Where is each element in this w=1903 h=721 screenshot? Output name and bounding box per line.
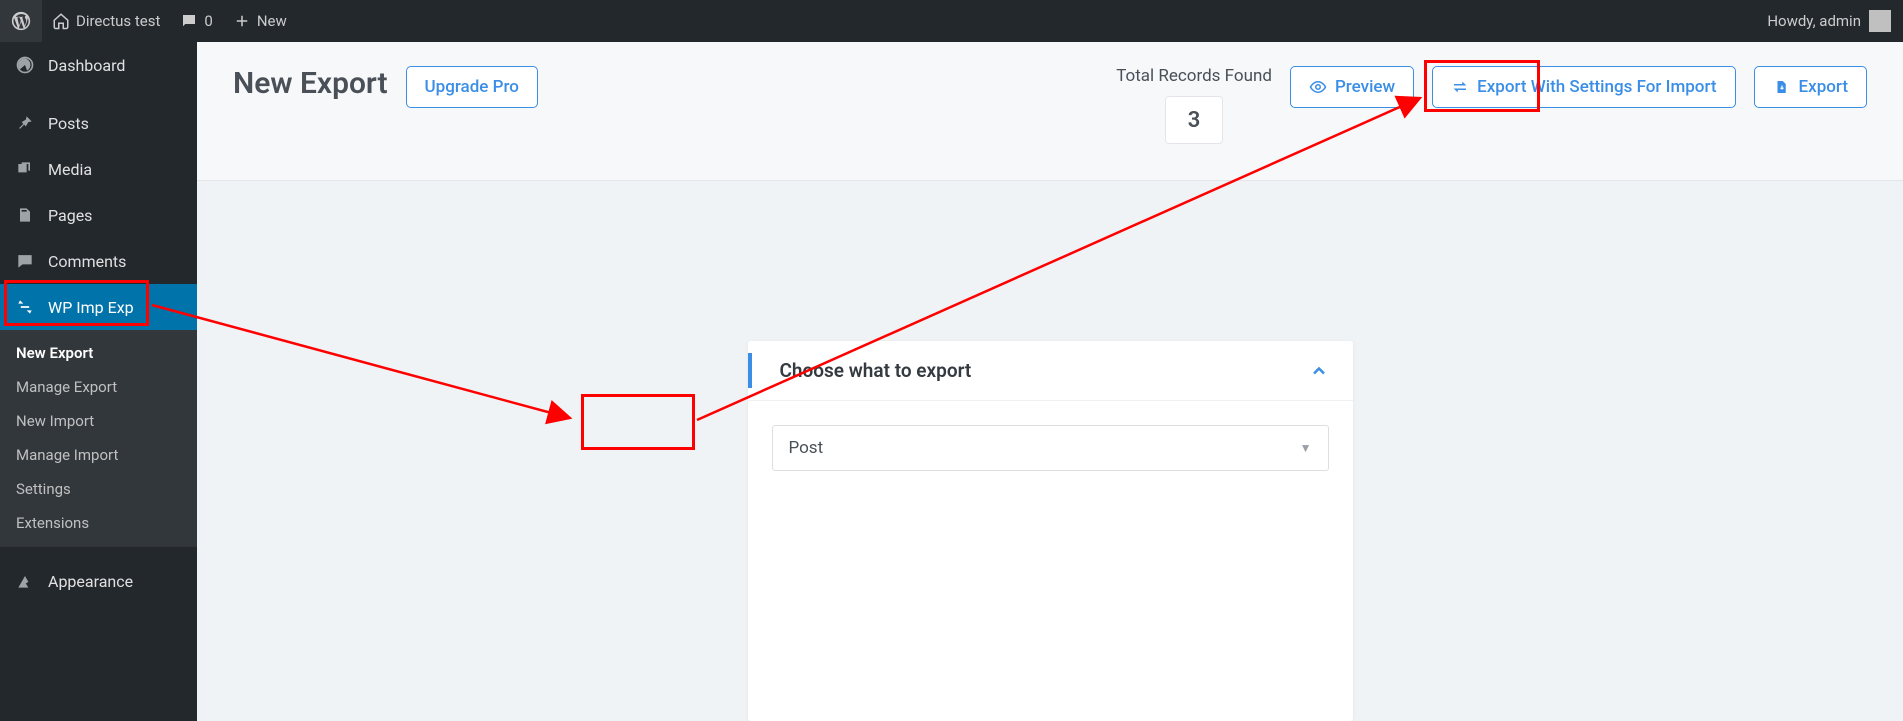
submenu-new-export[interactable]: New Export — [0, 336, 197, 370]
admin-topbar: Directus test 0 New Howdy, admin — [0, 0, 1903, 42]
media-icon — [14, 158, 36, 180]
submenu-new-import[interactable]: New Import — [0, 404, 197, 438]
workarea: Choose what to export Post ▼ — [197, 181, 1903, 721]
comments-link[interactable]: 0 — [170, 0, 222, 42]
new-label: New — [257, 12, 287, 30]
button-label: Preview — [1335, 77, 1395, 97]
sidebar-label: Media — [48, 160, 92, 179]
page-title: New Export — [233, 66, 388, 101]
sidebar-item-media[interactable]: Media — [0, 146, 197, 192]
wordpress-icon — [9, 9, 33, 33]
button-label: Upgrade Pro — [425, 77, 519, 97]
swap-icon — [1451, 78, 1469, 96]
sidebar-label: WP Imp Exp — [48, 298, 134, 317]
panel-header[interactable]: Choose what to export — [748, 341, 1353, 401]
sidebar-label: Posts — [48, 114, 89, 133]
howdy-text: Howdy, admin — [1767, 12, 1861, 30]
site-link[interactable]: Directus test — [42, 0, 170, 42]
export-panel: Choose what to export Post ▼ — [748, 341, 1353, 721]
sidebar-label: Pages — [48, 206, 92, 225]
comment-icon — [180, 12, 198, 30]
dashboard-icon — [14, 54, 36, 76]
export-with-settings-button[interactable]: Export With Settings For Import — [1432, 66, 1735, 108]
pages-icon — [14, 204, 36, 226]
submenu-manage-export[interactable]: Manage Export — [0, 370, 197, 404]
import-export-icon — [14, 296, 36, 318]
panel-body: Post ▼ — [748, 401, 1353, 495]
sidebar-item-dashboard[interactable]: Dashboard — [0, 42, 197, 88]
preview-button[interactable]: Preview — [1290, 66, 1414, 108]
sidebar-label: Dashboard — [48, 56, 125, 75]
sidebar-label: Appearance — [48, 572, 133, 591]
records-label: Total Records Found — [1116, 66, 1272, 86]
records-found: Total Records Found 3 — [1116, 66, 1272, 144]
content-area: New Export Upgrade Pro Total Records Fou… — [197, 42, 1903, 721]
button-label: Export With Settings For Import — [1477, 77, 1716, 97]
eye-icon — [1309, 78, 1327, 96]
submenu-wp-imp-exp: New Export Manage Export New Import Mana… — [0, 330, 197, 546]
comments-icon — [14, 250, 36, 272]
page-header: New Export Upgrade Pro Total Records Fou… — [197, 42, 1903, 181]
sidebar-item-comments[interactable]: Comments — [0, 238, 197, 284]
sidebar-item-pages[interactable]: Pages — [0, 192, 197, 238]
admin-sidebar: Dashboard Posts Media Pages Comments — [0, 42, 197, 721]
plus-icon — [233, 12, 251, 30]
appearance-icon — [14, 570, 36, 592]
sidebar-label: Comments — [48, 252, 126, 271]
caret-down-icon: ▼ — [1300, 441, 1312, 455]
new-link[interactable]: New — [223, 0, 297, 42]
home-icon — [52, 12, 70, 30]
panel-title: Choose what to export — [772, 359, 972, 382]
sidebar-item-posts[interactable]: Posts — [0, 100, 197, 146]
header-actions: Total Records Found 3 Preview Export Wit… — [1116, 66, 1867, 144]
export-type-select[interactable]: Post ▼ — [772, 425, 1329, 471]
sidebar-item-wp-imp-exp[interactable]: WP Imp Exp — [0, 284, 197, 330]
submenu-extensions[interactable]: Extensions — [0, 506, 197, 540]
button-label: Export — [1799, 77, 1848, 97]
site-name: Directus test — [76, 12, 160, 30]
sidebar-item-appearance[interactable]: Appearance — [0, 558, 197, 604]
topbar-right[interactable]: Howdy, admin — [1767, 10, 1903, 32]
submenu-manage-import[interactable]: Manage Import — [0, 438, 197, 472]
records-count: 3 — [1165, 96, 1223, 144]
avatar — [1869, 10, 1891, 32]
comment-count: 0 — [204, 12, 212, 30]
select-value: Post — [789, 438, 824, 458]
upgrade-pro-button[interactable]: Upgrade Pro — [406, 66, 538, 108]
export-button[interactable]: Export — [1754, 66, 1867, 108]
pin-icon — [14, 112, 36, 134]
wp-logo-menu[interactable] — [0, 0, 42, 42]
submenu-settings[interactable]: Settings — [0, 472, 197, 506]
topbar-left: Directus test 0 New — [0, 0, 1767, 42]
export-icon — [1773, 78, 1791, 96]
chevron-up-icon — [1309, 361, 1329, 381]
